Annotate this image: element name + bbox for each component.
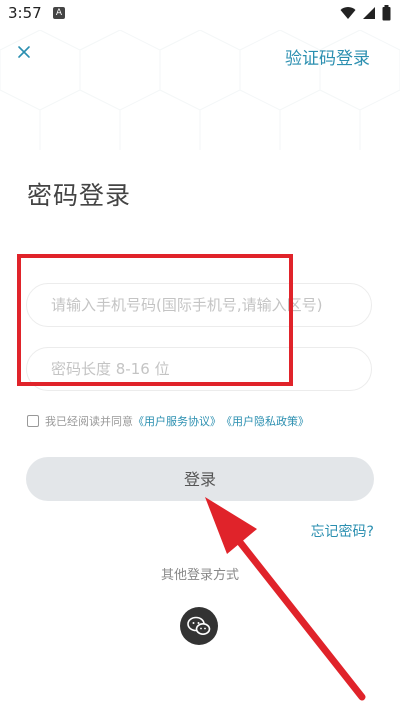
- agreement-checkbox[interactable]: [27, 415, 39, 427]
- wifi-icon: [340, 7, 356, 20]
- login-button[interactable]: 登录: [26, 457, 374, 501]
- battery-icon: [382, 5, 391, 21]
- status-time: 3:57: [8, 4, 42, 22]
- agreement-row: 我已经阅读并同意 《用户服务协议》 《用户隐私政策》: [27, 413, 309, 429]
- privacy-policy-link[interactable]: 《用户隐私政策》: [221, 413, 309, 429]
- other-login-label: 其他登录方式: [160, 568, 239, 583]
- wechat-login-button[interactable]: [180, 607, 218, 645]
- agreement-text: 我已经阅读并同意: [45, 415, 133, 428]
- close-icon: [18, 46, 30, 58]
- sms-code-login-link[interactable]: 验证码登录: [285, 44, 370, 69]
- wechat-icon: [187, 616, 211, 635]
- status-bar: 3:57 A: [0, 0, 400, 30]
- signal-icon: [363, 7, 375, 19]
- close-button[interactable]: [14, 42, 34, 62]
- password-input[interactable]: [26, 347, 372, 391]
- page-title: 密码登录: [27, 181, 132, 210]
- service-agreement-link[interactable]: 《用户服务协议》: [133, 413, 221, 429]
- phone-number-input[interactable]: [26, 283, 372, 327]
- forgot-password-link[interactable]: 忘记密码?: [311, 521, 374, 541]
- notification-a-icon: A: [53, 7, 65, 19]
